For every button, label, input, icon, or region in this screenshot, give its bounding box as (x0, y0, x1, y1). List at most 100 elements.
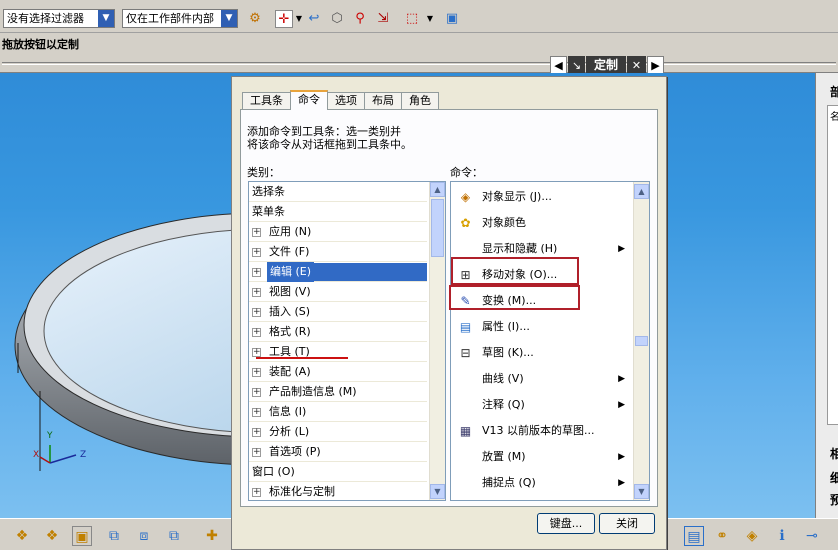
category-item-label: 分析 (L) (269, 425, 310, 438)
component-icon[interactable]: ❖ (42, 526, 62, 546)
scroll-up-icon[interactable]: ▲ (634, 184, 649, 199)
expand-icon[interactable]: + (252, 348, 261, 357)
selection-box-icon[interactable]: ⬚ (403, 10, 421, 28)
category-item[interactable]: 菜单条 (249, 202, 427, 222)
selection-scope-value: 仅在工作部件内部 (126, 12, 214, 25)
expand-icon[interactable]: + (252, 428, 261, 437)
tab-layout[interactable]: 布局 (364, 92, 402, 110)
category-item[interactable]: + 应用 (N) (249, 222, 427, 242)
command-scrollbar[interactable]: ▲ ▼ (633, 182, 649, 500)
part-navigator-list[interactable] (827, 105, 838, 425)
reposition-component-icon[interactable]: ⧈ (134, 526, 154, 546)
chevron-down-icon[interactable]: ▼ (421, 10, 439, 28)
panel-section-label: 相 (830, 447, 838, 461)
command-item[interactable]: 捕捉点 (Q) ▶ (451, 470, 631, 496)
add-component-icon[interactable]: ▣ (72, 526, 92, 546)
category-item[interactable]: + 装配 (A) (249, 362, 427, 382)
category-item[interactable]: + 分析 (L) (249, 422, 427, 442)
category-item[interactable]: + 工具 (T) (249, 342, 427, 362)
vector-icon[interactable]: ⇲ (374, 10, 392, 28)
command-item[interactable]: ◈ 对象显示 (J)... (451, 184, 631, 210)
scroll-down-icon[interactable]: ▼ (634, 484, 649, 499)
expand-icon[interactable]: + (252, 288, 261, 297)
new-component-icon[interactable]: ✚ (202, 526, 222, 546)
tab-options[interactable]: 选项 (327, 92, 365, 110)
command-item[interactable]: ▦ V13 以前版本的草图... (451, 418, 631, 444)
category-item-label: 文件 (F) (269, 245, 310, 258)
toolbar-strip (0, 33, 838, 55)
command-item[interactable]: ✿ 对象颜色 (451, 210, 631, 236)
command-item-label: V13 以前版本的草图... (482, 424, 595, 437)
point-constructor-icon[interactable]: ⚲ (351, 10, 369, 28)
command-list[interactable]: ◈ 对象显示 (J)... ✿ 对象颜色 显示和隐藏 (H) ▶ ⊞ 移动对象 (O)... ✎… (450, 181, 650, 501)
info-icon[interactable]: ℹ (772, 526, 792, 546)
command-item[interactable]: 注释 (Q) ▶ (451, 392, 631, 418)
expand-icon[interactable]: + (252, 268, 261, 277)
close-button[interactable]: 关闭 (599, 513, 655, 534)
category-item[interactable]: 窗口 (O) (249, 462, 427, 482)
expand-icon[interactable]: + (252, 488, 261, 497)
tab-roles[interactable]: 角色 (401, 92, 439, 110)
selection-filter-value: 没有选择过滤器 (7, 12, 84, 25)
category-item[interactable]: + 文件 (F) (249, 242, 427, 262)
category-item-label: 插入 (S) (269, 305, 311, 318)
category-item[interactable]: + 编辑 (E) (249, 262, 427, 282)
assembly-icon[interactable]: ❖ (12, 526, 32, 546)
command-item[interactable]: 放置 (M) ▶ (451, 444, 631, 470)
general-selection-icon[interactable]: ⚙ (246, 10, 264, 28)
link-icon[interactable]: ⚭ (712, 526, 732, 546)
category-item-label: 信息 (I) (269, 405, 307, 418)
scroll-up-icon[interactable]: ▲ (430, 182, 445, 197)
category-item[interactable]: + 视图 (V) (249, 282, 427, 302)
expand-icon[interactable]: + (252, 228, 261, 237)
expand-icon[interactable]: + (252, 328, 261, 337)
diamond-icon[interactable]: ◈ (742, 526, 762, 546)
expand-icon[interactable]: + (252, 308, 261, 317)
category-item-label: 工具 (T) (269, 345, 310, 358)
expand-icon[interactable]: + (252, 408, 261, 417)
tab-toolbars[interactable]: 工具条 (242, 92, 291, 110)
view-object-icon[interactable]: ⬡ (328, 10, 346, 28)
command-item[interactable]: ⊟ 草图 (K)... (451, 340, 631, 366)
category-item[interactable]: + 信息 (I) (249, 402, 427, 422)
command-item-label: 对象颜色 (482, 216, 526, 229)
undo-arrow-icon[interactable]: ↩ (305, 10, 323, 28)
category-item-label: 装配 (A) (269, 365, 311, 378)
instruction-line: 添加命令到工具条：选一类别并 (247, 125, 401, 138)
array-component-icon[interactable]: ⧉ (164, 526, 184, 546)
selection-filter-dropdown[interactable]: 没有选择过滤器 ▼ (3, 9, 115, 28)
drag-hint-label: 拖放按钮以定制 (2, 38, 79, 51)
command-item[interactable]: 曲线 (V) ▶ (451, 366, 631, 392)
category-item-label: 编辑 (E) (267, 262, 315, 282)
category-item[interactable]: + 插入 (S) (249, 302, 427, 322)
sketch-icon: ⊟ (460, 346, 471, 360)
command-item-label: 属性 (I)... (482, 320, 530, 333)
expand-icon[interactable]: + (252, 388, 261, 397)
category-item[interactable]: + 产品制造信息 (M) (249, 382, 427, 402)
toolbar-separator-strip (0, 55, 838, 73)
keyboard-button[interactable]: 键盘... (537, 513, 595, 534)
category-scrollbar[interactable]: ▲ ▼ (429, 182, 445, 500)
category-item[interactable]: + 标准化与定制 (249, 482, 427, 500)
scroll-thumb[interactable] (431, 199, 444, 257)
expand-icon[interactable]: + (252, 448, 261, 457)
scroll-thumb[interactable] (635, 336, 648, 346)
cube-icon[interactable]: ▣ (443, 10, 461, 28)
right-resource-panel[interactable]: 部 名 相 细 预 (815, 73, 838, 518)
category-list[interactable]: 选择条 菜单条 + 应用 (N) + 文件 (F) + 编辑 (E) + 视图 (V) + 插入 (S… (248, 181, 446, 501)
category-item[interactable]: + 格式 (R) (249, 322, 427, 342)
category-item-label: 格式 (R) (269, 325, 311, 338)
mate-component-icon[interactable]: ⧉ (104, 526, 124, 546)
tab-commands[interactable]: 命令 (290, 90, 328, 110)
scroll-down-icon[interactable]: ▼ (430, 484, 445, 499)
expand-icon[interactable]: + (252, 368, 261, 377)
constraint-icon[interactable]: ▤ (684, 526, 704, 546)
submenu-arrow-icon: ▶ (618, 374, 625, 384)
selection-scope-dropdown[interactable]: 仅在工作部件内部 ▼ (122, 9, 238, 28)
properties-icon: ▤ (459, 320, 472, 334)
category-item[interactable]: 选择条 (249, 182, 427, 202)
align-icon[interactable]: ⊸ (802, 526, 822, 546)
category-item[interactable]: + 首选项 (P) (249, 442, 427, 462)
command-item[interactable]: ▤ 属性 (I)... (451, 314, 631, 340)
expand-icon[interactable]: + (252, 248, 261, 257)
